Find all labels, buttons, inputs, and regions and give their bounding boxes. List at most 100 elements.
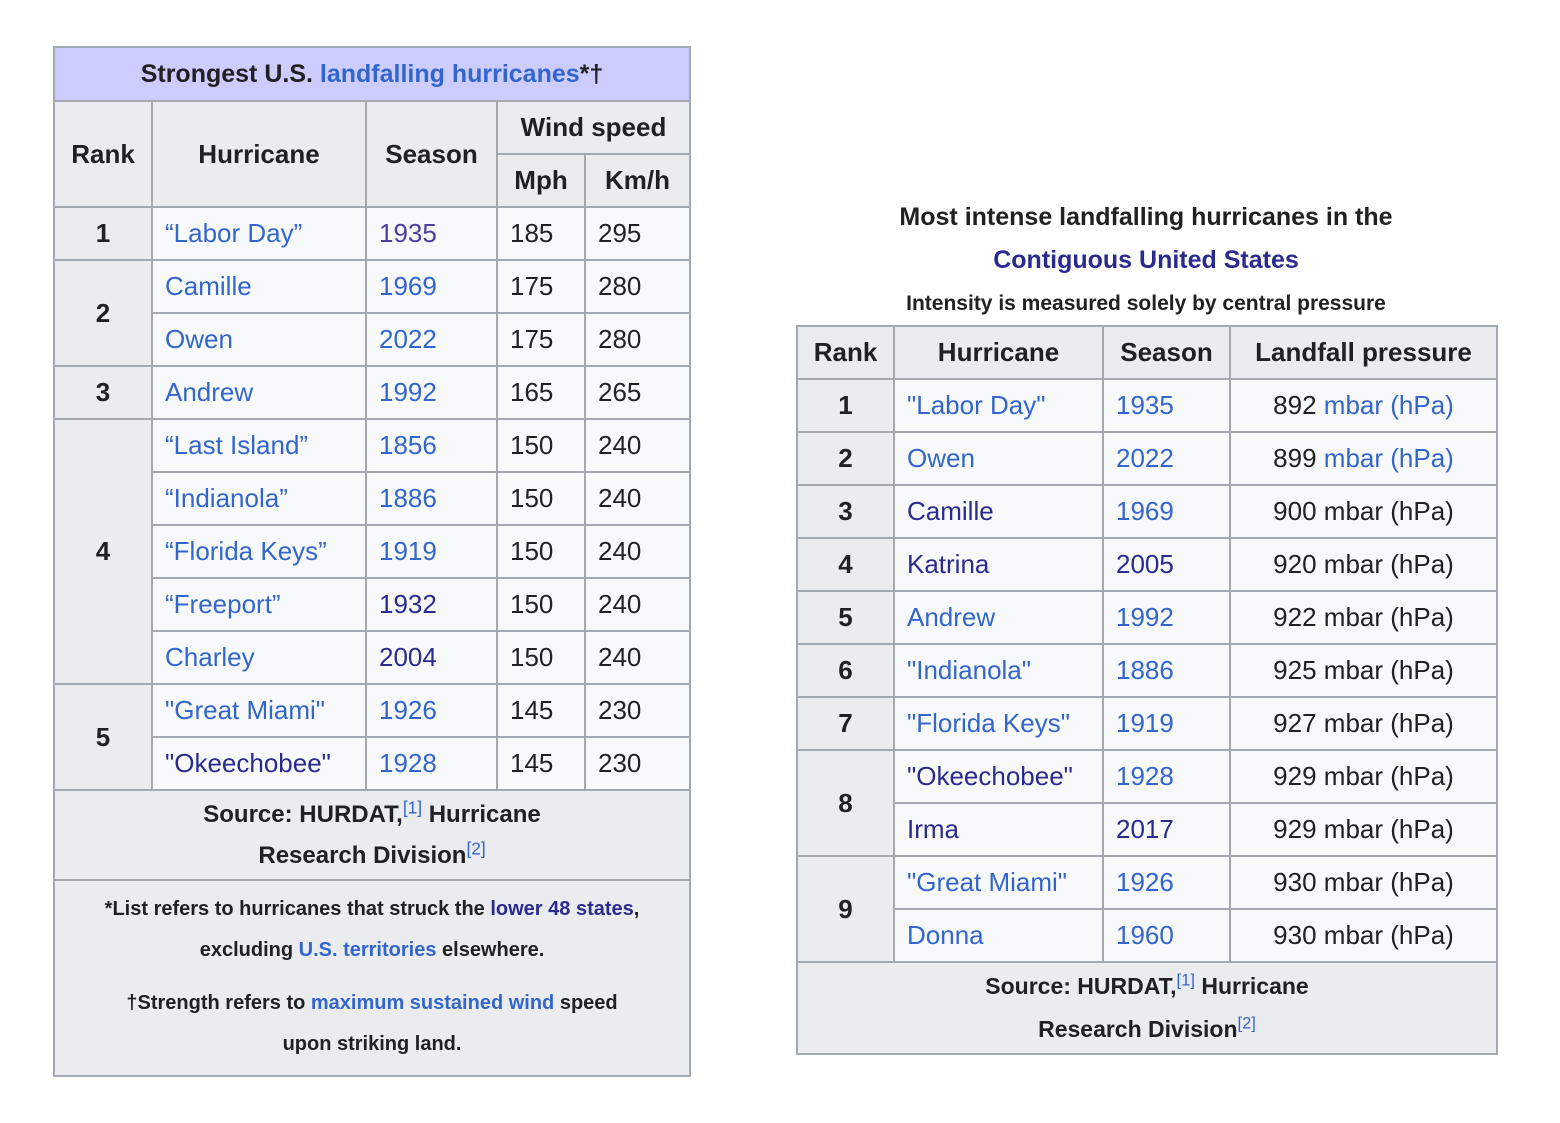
season-link[interactable]: 2004 [365, 630, 498, 685]
hpa-link[interactable]: (hPa) [1390, 761, 1454, 791]
hpa-link[interactable]: (hPa) [1390, 655, 1454, 685]
pressure-value: 929 [1273, 761, 1317, 791]
hurricane-link[interactable]: "Great Miami" [165, 695, 325, 725]
hpa-link[interactable]: (hPa) [1390, 496, 1454, 526]
hurricane-link[interactable]: Andrew [165, 377, 253, 407]
hurricane-link[interactable]: Andrew [907, 602, 995, 632]
season-link[interactable]: 1886 [365, 471, 498, 526]
table-row: 8 "Okeechobee" 1928 929 mbar (hPa) [796, 749, 1498, 857]
hurricane-link[interactable]: "Florida Keys" [907, 708, 1070, 738]
hurricane-link[interactable]: "Labor Day" [907, 390, 1045, 420]
pressure-cell: 892 mbar (hPa) [1229, 378, 1498, 433]
hpa-link[interactable]: (hPa) [1390, 814, 1454, 844]
hurricane-link[interactable]: Donna [907, 920, 984, 950]
note1-text-a: *List refers to hurricanes that struck t… [104, 898, 491, 920]
reference-link-1[interactable]: [1] [403, 797, 422, 817]
season-link[interactable]: 1932 [365, 577, 498, 632]
season-link[interactable]: 2005 [1102, 537, 1231, 592]
pressure-value: 922 [1273, 602, 1317, 632]
hurricane-link[interactable]: “Freeport” [165, 589, 281, 619]
mbar-link[interactable]: mbar [1324, 655, 1383, 685]
rank-cell: 3 [796, 484, 895, 539]
table1-caption: Strongest U.S. landfalling hurricanes*† [53, 46, 692, 100]
table1-notes: *List refers to hurricanes that struck t… [52, 879, 692, 1077]
hurricane-link[interactable]: "Indianola" [907, 655, 1031, 685]
season-link[interactable]: 1926 [1102, 855, 1231, 910]
landfalling-hurricanes-link[interactable]: landfalling hurricanes [320, 60, 580, 88]
mph-cell: 145 [496, 683, 586, 738]
mph-cell: 150 [496, 524, 586, 579]
season-link[interactable]: 1969 [1102, 484, 1231, 539]
hurricane-link[interactable]: Irma [907, 814, 959, 844]
mbar-link[interactable]: mbar [1324, 920, 1383, 950]
hurricane-link[interactable]: Camille [165, 271, 252, 301]
hurricane-link[interactable]: Camille [907, 496, 994, 526]
mbar-link[interactable]: mbar [1324, 867, 1383, 897]
mbar-link[interactable]: mbar [1324, 708, 1383, 738]
mph-cell: 185 [496, 206, 586, 261]
mbar-link[interactable]: mbar [1324, 549, 1383, 579]
season-link[interactable]: 1919 [1102, 696, 1231, 751]
season-link[interactable]: 2022 [365, 312, 498, 367]
season-link[interactable]: 1886 [1102, 643, 1231, 698]
hpa-link[interactable]: (hPa) [1390, 867, 1454, 897]
note2-text-a: †Strength refers to [126, 992, 311, 1014]
pressure-cell: 920 mbar (hPa) [1229, 537, 1498, 592]
hurricane-link[interactable]: Owen [165, 324, 233, 354]
hurricane-link[interactable]: "Okeechobee" [165, 748, 331, 778]
mph-cell: 150 [496, 418, 586, 473]
pressure-value: 929 [1273, 814, 1317, 844]
hpa-link[interactable]: (hPa) [1390, 390, 1454, 420]
season-link[interactable]: 1919 [365, 524, 498, 579]
reference-link-2[interactable]: [2] [1238, 1014, 1256, 1033]
season-link[interactable]: 1992 [365, 365, 498, 420]
season-link[interactable]: 1935 [365, 206, 498, 261]
hurricane-link[interactable]: “Florida Keys” [165, 536, 327, 566]
hpa-link[interactable]: (hPa) [1390, 602, 1454, 632]
rank-cell: 6 [796, 643, 895, 698]
season-link[interactable]: 1928 [365, 736, 498, 791]
hurricane-link[interactable]: "Okeechobee" [907, 761, 1073, 791]
header-mph: Mph [496, 153, 586, 208]
hurricane-link[interactable]: “Indianola” [165, 483, 288, 513]
reference-link-1[interactable]: [1] [1177, 971, 1195, 990]
season-link[interactable]: 1935 [1102, 378, 1231, 433]
hurricane-link[interactable]: “Labor Day” [165, 218, 302, 248]
rank-cell: 5 [796, 590, 895, 645]
hurricane-link[interactable]: Charley [165, 642, 255, 672]
mbar-link[interactable]: mbar [1324, 602, 1383, 632]
season-link[interactable]: 1928 [1102, 749, 1231, 804]
hpa-link[interactable]: (hPa) [1390, 443, 1454, 473]
source-label: Source: HURDAT, [985, 973, 1177, 999]
lower-48-states-link[interactable]: lower 48 states [490, 898, 633, 920]
mbar-link[interactable]: mbar [1324, 761, 1383, 791]
season-link[interactable]: 1960 [1102, 908, 1231, 963]
strongest-landfalling-hurricanes-table: Strongest U.S. landfalling hurricanes*† … [52, 46, 692, 1077]
mbar-link[interactable]: mbar [1324, 814, 1383, 844]
reference-link-2[interactable]: [2] [466, 838, 485, 858]
season-link[interactable]: 1969 [365, 259, 498, 314]
season-link[interactable]: 1856 [365, 418, 498, 473]
hurricane-link[interactable]: Katrina [907, 549, 989, 579]
hurricane-link[interactable]: “Last Island” [165, 430, 308, 460]
season-link[interactable]: 1926 [365, 683, 498, 738]
hurricane-link[interactable]: "Great Miami" [907, 867, 1067, 897]
header-season: Season [1102, 325, 1231, 380]
table-row: Donna 1960 930 mbar (hPa) [797, 908, 1498, 963]
hurricane-link[interactable]: Owen [907, 443, 975, 473]
hpa-link[interactable]: (hPa) [1390, 708, 1454, 738]
mbar-link[interactable]: mbar [1324, 443, 1383, 473]
season-link[interactable]: 2022 [1102, 431, 1231, 486]
us-territories-link[interactable]: U.S. territories [299, 939, 437, 961]
contiguous-united-states-link[interactable]: Contiguous United States [993, 246, 1299, 274]
mbar-link[interactable]: mbar [1324, 496, 1383, 526]
season-link[interactable]: 1992 [1102, 590, 1231, 645]
maximum-sustained-wind-link[interactable]: maximum sustained wind [311, 992, 554, 1014]
pressure-value: 920 [1273, 549, 1317, 579]
pressure-value: 892 [1273, 390, 1317, 420]
hpa-link[interactable]: (hPa) [1390, 920, 1454, 950]
rank-cell: 4 [796, 537, 895, 592]
mbar-link[interactable]: mbar [1324, 390, 1383, 420]
hpa-link[interactable]: (hPa) [1390, 549, 1454, 579]
season-link[interactable]: 2017 [1102, 802, 1231, 857]
